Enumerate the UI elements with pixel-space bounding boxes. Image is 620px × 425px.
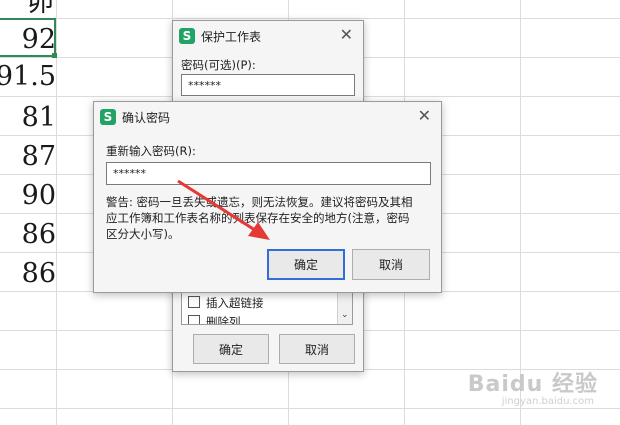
insert-hyperlink-checkbox[interactable]	[188, 296, 200, 308]
delete-column-label: 删除列	[206, 315, 241, 325]
insert-hyperlink-label: 插入超链接	[206, 296, 264, 310]
wps-app-icon: S	[179, 28, 195, 44]
warning-line: 警告: 密码一旦丢失或遗忘，则无法恢复。建议将密码及其相	[106, 195, 413, 209]
scrollbar[interactable]: ⌄	[337, 290, 352, 324]
cell-value[interactable]: 87	[0, 138, 56, 176]
cell-value[interactable]: 86	[0, 216, 56, 254]
cell-value[interactable]: 91.5	[0, 58, 56, 96]
baidu-watermark: Baidu 经验	[467, 372, 598, 397]
active-cell-border	[0, 18, 56, 57]
protect-dialog-titlebar[interactable]: S 保护工作表 ✕	[173, 21, 363, 51]
grid-line	[0, 18, 620, 19]
confirm-dialog-titlebar[interactable]: S 确认密码 ✕	[94, 102, 441, 132]
confirm-ok-button[interactable]: 确定	[267, 249, 345, 280]
cell-value[interactable]: 86	[0, 255, 56, 293]
protect-dialog-title: 保护工作表	[201, 29, 262, 44]
baidu-watermark-url: jingyan.baidu.com	[501, 396, 594, 407]
protect-cancel-button[interactable]: 取消	[279, 334, 355, 364]
warning-text: 警告: 密码一旦丢失或遗忘，则无法恢复。建议将密码及其相 应工作簿和工作表名称的…	[106, 194, 436, 242]
confirm-password-dialog: S 确认密码 ✕ 重新输入密码(R): ****** 警告: 密码一旦丢失或遗忘…	[93, 101, 442, 293]
close-icon[interactable]: ✕	[418, 108, 431, 124]
permissions-list[interactable]: 插入超链接 删除列 ⌄	[181, 289, 353, 325]
cell-value[interactable]: 81	[0, 99, 56, 137]
warning-line: 应工作簿和工作表名称的列表保存在安全的地方(注意，密码	[106, 211, 410, 225]
wps-app-icon: S	[100, 109, 116, 125]
chevron-down-icon[interactable]: ⌄	[341, 310, 349, 320]
delete-column-checkbox[interactable]	[188, 315, 200, 324]
fill-handle[interactable]	[52, 53, 57, 58]
reenter-password-field[interactable]: ******	[106, 162, 431, 185]
confirm-cancel-button[interactable]: 取消	[352, 249, 430, 280]
protect-ok-button[interactable]: 确定	[193, 334, 269, 364]
close-icon[interactable]: ✕	[340, 27, 353, 43]
grid-line	[0, 408, 620, 409]
password-field[interactable]: ******	[181, 74, 355, 96]
cell-value[interactable]: 90	[0, 177, 56, 215]
reenter-password-label: 重新输入密码(R):	[106, 144, 196, 158]
warning-line: 区分大小写)。	[106, 227, 180, 241]
password-label: 密码(可选)(P):	[181, 58, 256, 72]
confirm-dialog-title: 确认密码	[122, 110, 171, 125]
